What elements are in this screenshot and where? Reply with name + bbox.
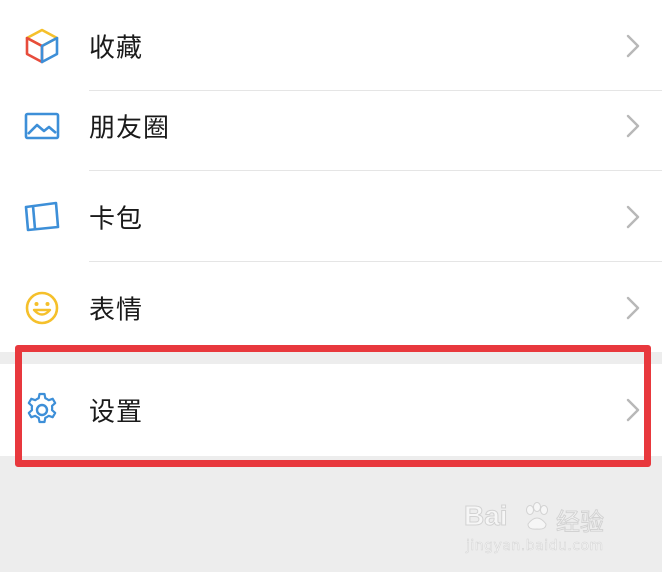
chevron-right-icon: [626, 398, 640, 422]
card-wallet-icon: [22, 197, 62, 237]
moments-image-icon: [22, 106, 62, 146]
wechat-me-screen: 收藏 朋友圈 卡包 表情 设置 Bai 经验 jingyan.baidu.com: [0, 0, 662, 572]
menu-item-stickers[interactable]: 表情: [0, 262, 662, 353]
watermark-url: jingyan.baidu.com: [466, 538, 604, 555]
watermark-brand: Bai: [464, 500, 509, 532]
chevron-right-icon: [626, 34, 640, 58]
menu-item-label: 收藏: [89, 33, 144, 63]
menu-item-label: 朋友圈: [89, 113, 171, 143]
menu-item-moments[interactable]: 朋友圈: [0, 80, 662, 171]
watermark-brand-suffix: 经验: [556, 508, 605, 537]
menu-item-card-wallet[interactable]: 卡包: [0, 171, 662, 262]
chevron-right-icon: [626, 114, 640, 138]
baidu-jingyan-watermark: Bai 经验 jingyan.baidu.com: [464, 500, 634, 558]
gear-icon: [22, 390, 62, 430]
chevron-right-icon: [626, 205, 640, 229]
baidu-paw-icon: [522, 502, 552, 532]
menu-item-label: 卡包: [89, 204, 144, 234]
settings-group: 设置: [0, 364, 662, 456]
menu-item-favorites[interactable]: 收藏: [0, 0, 662, 91]
menu-group: 收藏 朋友圈 卡包 表情: [0, 0, 662, 352]
sticker-smile-icon: [22, 288, 62, 328]
menu-item-label: 设置: [89, 397, 144, 428]
menu-item-label: 表情: [89, 295, 144, 325]
favorites-cube-icon: [22, 26, 62, 66]
chevron-right-icon: [626, 296, 640, 320]
menu-item-settings[interactable]: 设置: [0, 364, 662, 456]
